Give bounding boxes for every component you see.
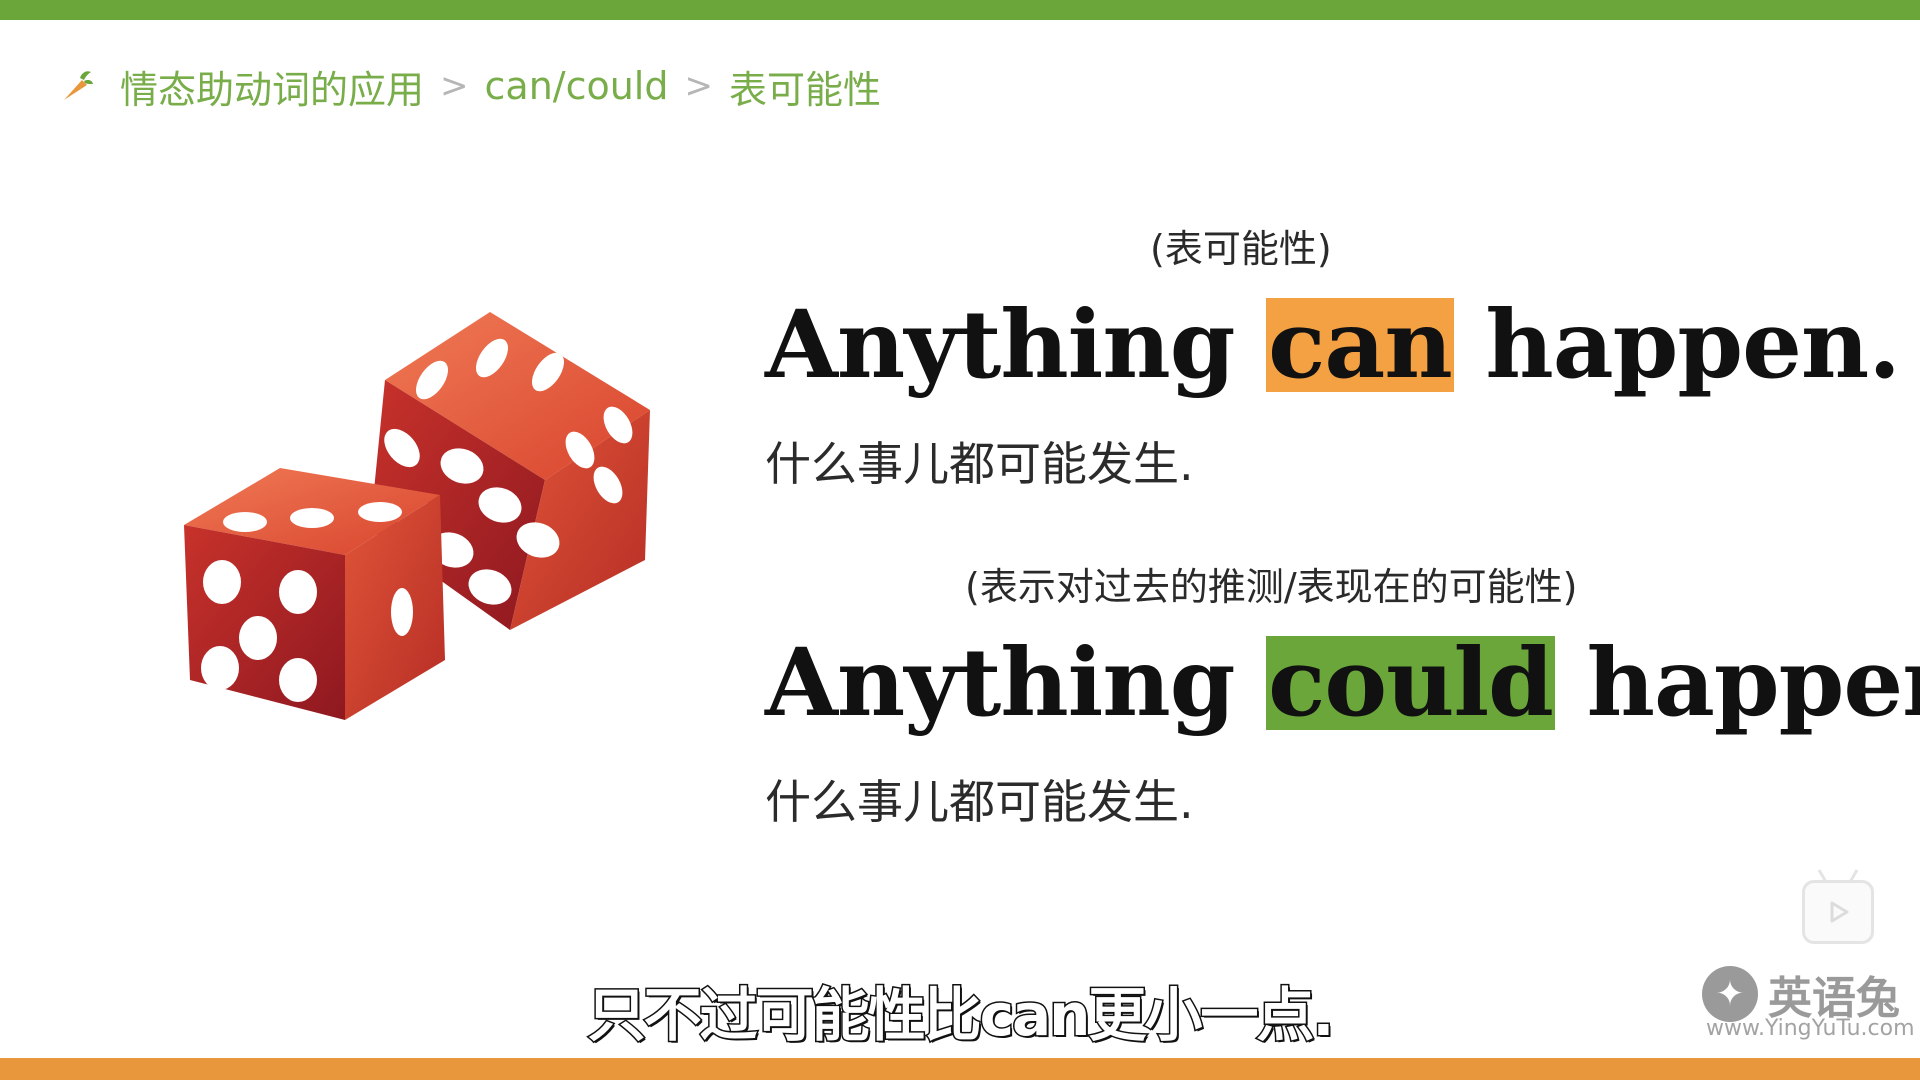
dice-illustration [184, 312, 650, 720]
highlight-could: could [1266, 628, 1555, 738]
annotation-past-present: (表示对过去的推测/表现在的可能性) [965, 565, 1578, 609]
example-sentence-can: Anything can happen. [765, 290, 1901, 400]
breadcrumb-separator: > [440, 66, 469, 106]
breadcrumb-item-subtopic[interactable]: can/could [485, 64, 669, 108]
example-sentence-could: Anything could happen. [765, 636, 1920, 730]
breadcrumb: 情态助动词的应用 > can/could > 表可能性 [60, 58, 881, 114]
sentence-word: Anything [765, 290, 1235, 400]
video-subtitle: 只不过可能性比can更小一点. [586, 980, 1336, 1051]
die-front [184, 468, 445, 720]
play-button[interactable] [1802, 880, 1874, 944]
breadcrumb-separator: > [684, 66, 714, 106]
play-icon [1830, 901, 1849, 923]
translation-could: 什么事儿都可能发生. [765, 775, 1194, 829]
breadcrumb-item-topic[interactable]: 情态助动词的应用 [120, 59, 424, 114]
sentence-word: happen. [1485, 290, 1901, 400]
breadcrumb-item-current: 表可能性 [729, 67, 882, 112]
bottom-accent-bar [0, 1058, 1920, 1080]
sentence-word: Anything [765, 628, 1235, 738]
translation-can: 什么事儿都可能发生. [765, 437, 1194, 491]
annotation-possibility: (表可能性) [1150, 227, 1332, 271]
highlight-can: can [1266, 290, 1454, 400]
carrot-icon [64, 71, 93, 100]
sentence-word: happen. [1586, 628, 1920, 738]
top-accent-bar [0, 0, 1920, 20]
